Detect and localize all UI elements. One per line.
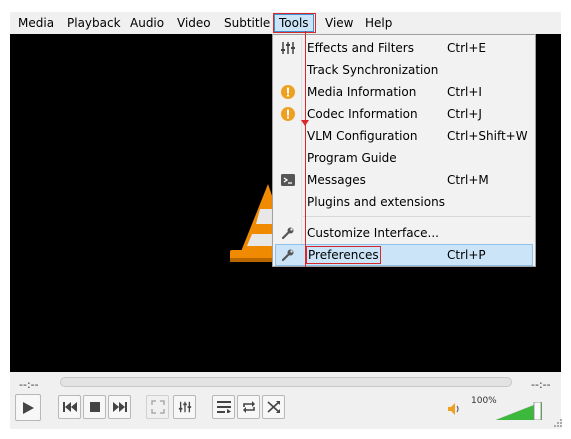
tools-menu: Effects and Filters Ctrl+E Track Synchro… <box>272 34 536 267</box>
menu-media[interactable]: Media <box>14 14 58 32</box>
menu-playback[interactable]: Playback <box>63 14 125 32</box>
annotation-box-tools <box>273 13 316 33</box>
menu-item-preferences[interactable]: Preferences Ctrl+P <box>275 244 533 266</box>
menu-view[interactable]: View <box>321 14 357 32</box>
menu-item-shortcut: Ctrl+E <box>447 41 486 55</box>
loop-icon <box>242 401 255 413</box>
menu-item-effects-and-filters[interactable]: Effects and Filters Ctrl+E <box>275 37 533 59</box>
menu-item-shortcut: Ctrl+Shift+W <box>447 129 528 143</box>
previous-icon <box>62 402 77 412</box>
menu-subtitle[interactable]: Subtitle <box>220 14 274 32</box>
menu-item-shortcut: Ctrl+M <box>447 173 489 187</box>
menu-help[interactable]: Help <box>361 14 396 32</box>
wrench-icon <box>280 247 296 263</box>
play-icon <box>23 401 34 414</box>
menu-video[interactable]: Video <box>173 14 215 32</box>
menu-item-shortcut: Ctrl+I <box>447 85 482 99</box>
menu-item-track-synchronization[interactable]: Track Synchronization <box>275 59 533 81</box>
elapsed-time: --:-- <box>19 378 39 391</box>
next-button[interactable] <box>108 395 131 419</box>
menu-item-label: Preferences <box>306 246 381 264</box>
stop-button[interactable] <box>83 395 106 419</box>
menu-item-label: Effects and Filters <box>307 41 414 55</box>
shuffle-icon <box>266 401 280 413</box>
menu-item-messages[interactable]: Messages Ctrl+M <box>275 169 533 191</box>
volume-icon[interactable] <box>447 402 463 416</box>
menu-item-label: Plugins and extensions <box>307 195 445 209</box>
menu-item-label: Program Guide <box>307 151 397 165</box>
equalizer-icon <box>178 401 191 413</box>
annotation-line <box>305 31 306 267</box>
playlist-icon <box>216 401 231 413</box>
menu-item-media-information[interactable]: Media Information Ctrl+I <box>275 81 533 103</box>
stop-icon <box>89 402 100 412</box>
next-icon <box>112 402 127 412</box>
menu-item-label: Customize Interface... <box>307 226 439 240</box>
menu-item-codec-information[interactable]: Codec Information Ctrl+J <box>275 103 533 125</box>
resize-grip-icon[interactable] <box>554 419 562 427</box>
playback-controls: --:-- --:-- 100% <box>10 372 562 429</box>
loop-button[interactable] <box>237 395 260 419</box>
info-icon <box>280 106 296 122</box>
menu-item-label: Media Information <box>307 85 417 99</box>
remaining-time: --:-- <box>531 378 551 391</box>
wrench-icon <box>280 225 296 241</box>
volume-slider[interactable] <box>496 402 542 420</box>
play-button[interactable] <box>15 394 41 421</box>
menu-item-label: Codec Information <box>307 107 418 121</box>
equalizer-icon <box>280 40 296 56</box>
menu-item-label: VLM Configuration <box>307 129 418 143</box>
fullscreen-icon <box>150 400 165 414</box>
menu-item-plugins-and-extensions[interactable]: Plugins and extensions <box>275 191 533 213</box>
annotation-arrow-icon <box>301 120 309 126</box>
volume-percentage: 100% <box>471 396 497 406</box>
playlist-button[interactable] <box>212 395 235 419</box>
menu-item-program-guide[interactable]: Program Guide <box>275 147 533 169</box>
seek-bar[interactable] <box>60 377 512 387</box>
menu-separator <box>303 216 531 217</box>
menu-item-customize-interface[interactable]: Customize Interface... <box>275 222 533 244</box>
fullscreen-button[interactable] <box>146 395 169 419</box>
extended-settings-button[interactable] <box>173 395 196 419</box>
previous-button[interactable] <box>58 395 81 419</box>
menu-item-vlm-configuration[interactable]: VLM Configuration Ctrl+Shift+W <box>275 125 533 147</box>
menu-item-shortcut: Ctrl+P <box>447 248 486 262</box>
menu-item-shortcut: Ctrl+J <box>447 107 482 121</box>
menu-item-label: Messages <box>307 173 366 187</box>
menu-audio[interactable]: Audio <box>126 14 168 32</box>
info-icon <box>280 84 296 100</box>
shuffle-button[interactable] <box>262 395 285 419</box>
terminal-icon <box>280 172 296 188</box>
menu-item-label: Track Synchronization <box>307 63 439 77</box>
